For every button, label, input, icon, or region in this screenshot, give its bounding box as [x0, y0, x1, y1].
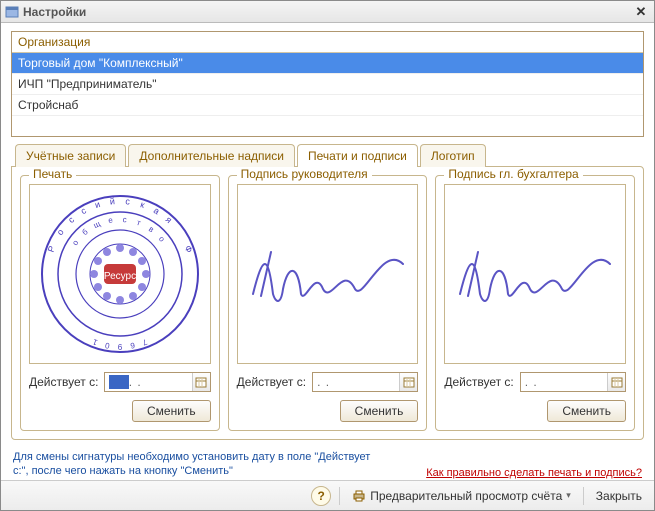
svg-text:1: 1	[91, 337, 99, 347]
organization-table: Организация Торговый дом "Комплексный" И…	[11, 31, 644, 137]
stamp-change-button[interactable]: Сменить	[132, 400, 211, 422]
svg-text:Ф: Ф	[183, 244, 195, 254]
org-row[interactable]: ИЧП "Предприниматель"	[12, 74, 643, 95]
app-icon	[5, 5, 19, 19]
director-date-input[interactable]: . .	[312, 372, 418, 392]
svg-text:й: й	[109, 196, 115, 206]
group-stamp: Печать	[20, 175, 220, 431]
svg-text:в: в	[147, 224, 156, 234]
org-row-empty	[12, 116, 643, 136]
stamp-icon: Р о с с и й с к а я	[35, 189, 205, 359]
date-label: Действует с:	[237, 375, 306, 389]
titlebar: Настройки ✕	[1, 1, 654, 23]
group-legend: Подпись гл. бухгалтера	[444, 167, 582, 181]
svg-text:к: к	[139, 199, 146, 210]
date-label: Действует с:	[444, 375, 513, 389]
preview-invoice-button[interactable]: Предварительный просмотр счёта ▾	[348, 487, 575, 505]
svg-text:о: о	[54, 227, 65, 237]
stamp-date-input[interactable]: . .	[104, 372, 210, 392]
svg-text:с: с	[79, 205, 88, 216]
tab-extra-labels[interactable]: Дополнительные надписи	[128, 144, 295, 167]
accountant-date-row: Действует с: . .	[444, 372, 626, 392]
signature-icon	[243, 234, 413, 314]
calendar-icon[interactable]	[607, 373, 625, 391]
svg-text:я: я	[164, 214, 174, 225]
director-change-button[interactable]: Сменить	[340, 400, 419, 422]
accountant-date-input[interactable]: . .	[520, 372, 626, 392]
svg-text:0: 0	[104, 340, 110, 350]
separator	[339, 487, 340, 505]
svg-text:б: б	[80, 227, 90, 237]
group-legend: Подпись руководителя	[237, 167, 372, 181]
director-date-row: Действует с: . .	[237, 372, 419, 392]
svg-text:т: т	[135, 218, 142, 228]
svg-text:7: 7	[140, 337, 148, 347]
tab-strip: Учётные записи Дополнительные надписи Пе…	[15, 144, 644, 167]
org-row[interactable]: Стройснаб	[12, 95, 643, 116]
svg-text:и: и	[93, 199, 101, 210]
svg-text:щ: щ	[92, 219, 102, 230]
separator	[583, 487, 584, 505]
group-accountant-signature: Подпись гл. бухгалтера Действует с: . .	[435, 175, 635, 431]
stamp-date-row: Действует с: . .	[29, 372, 211, 392]
hint-row: Для смены сигнатуры необходимо установит…	[11, 446, 644, 479]
tab-logo[interactable]: Логотип	[420, 144, 486, 167]
svg-text:е: е	[107, 215, 113, 225]
window-title: Настройки	[23, 5, 632, 19]
group-legend: Печать	[29, 167, 76, 181]
content-area: Организация Торговый дом "Комплексный" И…	[1, 23, 654, 480]
org-row[interactable]: Торговый дом "Комплексный"	[12, 53, 643, 74]
close-label: Закрыть	[596, 489, 642, 503]
stamp-preview: Р о с с и й с к а я	[29, 184, 211, 364]
svg-text:о: о	[70, 238, 80, 247]
settings-window: Настройки ✕ Организация Торговый дом "Ко…	[0, 0, 655, 511]
tab-stamps-signatures[interactable]: Печати и подписи	[297, 144, 418, 167]
svg-text:с: с	[122, 215, 127, 224]
calendar-icon[interactable]	[399, 373, 417, 391]
svg-text:9: 9	[117, 342, 122, 351]
svg-text:о: о	[157, 234, 167, 244]
tab-accounts[interactable]: Учётные записи	[15, 144, 126, 167]
svg-text:а: а	[152, 205, 161, 216]
group-director-signature: Подпись руководителя Действует с: . .	[228, 175, 428, 431]
help-link[interactable]: Как правильно сделать печать и подпись?	[426, 467, 642, 479]
director-signature-preview	[237, 184, 419, 364]
date-label: Действует с:	[29, 375, 98, 389]
window-close-button[interactable]: ✕	[632, 4, 650, 20]
close-button[interactable]: Закрыть	[592, 487, 646, 505]
tab-panel: Печать	[11, 166, 644, 440]
accountant-change-button[interactable]: Сменить	[547, 400, 626, 422]
svg-text:Ресурс: Ресурс	[104, 271, 136, 282]
accountant-signature-preview	[444, 184, 626, 364]
chevron-down-icon: ▾	[566, 490, 571, 501]
org-column-header[interactable]: Организация	[12, 32, 643, 53]
calendar-icon[interactable]	[192, 373, 210, 391]
printer-icon	[352, 489, 366, 503]
preview-label: Предварительный просмотр счёта	[370, 489, 562, 503]
footer: ? Предварительный просмотр счёта ▾ Закры…	[1, 480, 654, 510]
signature-icon	[450, 234, 620, 314]
hint-text: Для смены сигнатуры необходимо установит…	[13, 450, 373, 479]
svg-text:с: с	[66, 214, 76, 225]
svg-text:с: с	[125, 196, 131, 206]
svg-text:6: 6	[129, 341, 135, 351]
help-button[interactable]: ?	[311, 486, 331, 506]
svg-text:Р: Р	[46, 244, 57, 253]
